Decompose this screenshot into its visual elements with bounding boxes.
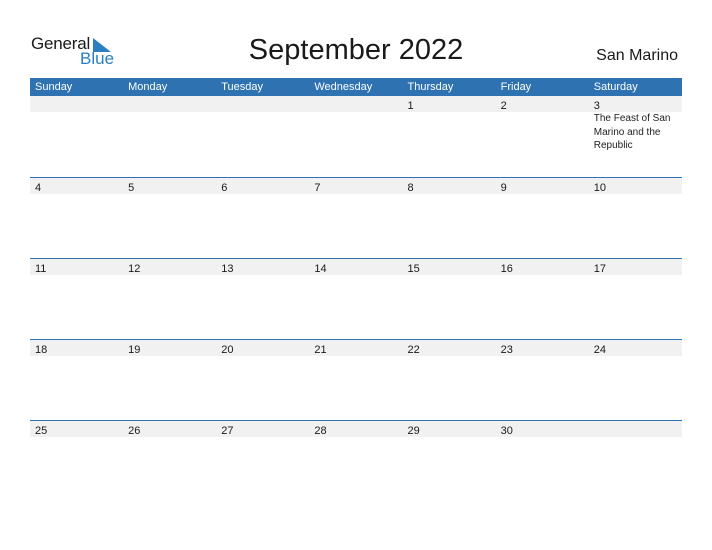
day-cell: 6 (216, 178, 309, 194)
country-label: San Marino (596, 47, 678, 64)
day-cell: 17 (589, 259, 682, 275)
calendar-week: 4 5 6 7 8 9 10 (30, 177, 682, 259)
day-number: 29 (407, 425, 420, 437)
day-number: 12 (128, 263, 141, 275)
day-number: 11 (35, 263, 47, 275)
day-cell: 18 (30, 340, 123, 356)
day-number: 13 (221, 263, 234, 275)
weekday-tuesday: Tuesday (221, 81, 264, 93)
day-number: 28 (314, 425, 327, 437)
day-cell: 12 (123, 259, 216, 275)
day-cell: 29 (403, 421, 496, 437)
weekday-friday: Friday (500, 81, 532, 93)
calendar-week: 11 12 13 14 15 16 17 (30, 258, 682, 340)
day-cell: 28 (309, 421, 402, 437)
day-number: 1 (407, 100, 414, 112)
calendar-week: 25 26 27 28 29 30 (30, 420, 682, 502)
day-number: 3 (593, 100, 600, 112)
calendar-grid: Sunday Monday Tuesday Wednesday Thursday… (30, 78, 682, 437)
day-cell: 9 (496, 178, 589, 194)
day-cell (589, 421, 682, 437)
holiday-event (496, 112, 589, 153)
calendar-week: 1 2 3 The Feast of San Marino and the Repub… (30, 96, 682, 177)
week-date-row: 1 2 3 (30, 96, 682, 112)
day-number: 14 (314, 263, 327, 275)
day-cell: 25 (30, 421, 123, 437)
day-number: 10 (593, 182, 606, 194)
week-date-row: 4 5 6 7 8 9 10 (30, 178, 682, 194)
day-number: 7 (314, 182, 321, 194)
day-number: 8 (407, 182, 414, 194)
day-number: 22 (407, 344, 420, 356)
day-number: 15 (407, 263, 420, 275)
day-number: 19 (128, 344, 141, 356)
holiday-event: The Feast of San Marino and the Republic (593, 113, 671, 151)
week-date-row: 25 26 27 28 29 30 (30, 421, 682, 437)
day-cell: 4 (30, 178, 123, 194)
week-date-row: 11 12 13 14 15 16 17 (30, 259, 682, 275)
day-cell: 19 (123, 340, 216, 356)
day-cell: 10 (589, 178, 682, 194)
weekday-thursday: Thursday (407, 81, 454, 93)
day-cell: 23 (496, 340, 589, 356)
day-cell: 15 (403, 259, 496, 275)
day-cell: 2 (496, 96, 589, 112)
day-cell (216, 96, 309, 112)
day-number: 30 (500, 425, 513, 437)
day-cell: 13 (216, 259, 309, 275)
day-cell: 20 (216, 340, 309, 356)
week-events-row: The Feast of San Marino and the Republic (30, 112, 682, 153)
day-number: 6 (221, 182, 228, 194)
day-number: 25 (35, 425, 48, 437)
weekday-wednesday: Wednesday (314, 81, 373, 93)
day-cell: 22 (403, 340, 496, 356)
holiday-event (309, 112, 402, 153)
weekday-header: Sunday Monday Tuesday Wednesday Thursday… (30, 78, 682, 96)
day-cell: 11 (30, 259, 123, 275)
holiday-event (123, 112, 216, 153)
day-cell: 27 (216, 421, 309, 437)
day-number: 16 (500, 263, 513, 275)
day-cell: 26 (123, 421, 216, 437)
day-cell: 16 (496, 259, 589, 275)
day-cell (30, 96, 123, 112)
day-cell (123, 96, 216, 112)
day-number: 21 (314, 344, 327, 356)
weekday-sunday: Sunday (35, 81, 73, 93)
day-number: 27 (221, 425, 234, 437)
day-cell: 3 (589, 96, 682, 112)
day-number: 24 (593, 344, 606, 356)
day-number: 23 (500, 344, 513, 356)
day-number: 18 (35, 344, 48, 356)
holiday-event (30, 112, 123, 153)
day-number: 26 (128, 425, 141, 437)
weekday-monday: Monday (128, 81, 168, 93)
day-cell: 7 (309, 178, 402, 194)
weekday-saturday: Saturday (593, 81, 638, 93)
day-cell: 30 (496, 421, 589, 437)
week-date-row: 18 19 20 21 22 23 24 (30, 340, 682, 356)
day-cell: 8 (403, 178, 496, 194)
day-cell: 21 (309, 340, 402, 356)
day-cell: 5 (123, 178, 216, 194)
day-number: 9 (500, 182, 507, 194)
day-number: 5 (128, 182, 135, 194)
day-cell: 24 (589, 340, 682, 356)
holiday-event (216, 112, 309, 153)
day-number: 2 (500, 100, 507, 112)
day-cell (309, 96, 402, 112)
calendar-week: 18 19 20 21 22 23 24 (30, 339, 682, 421)
day-number: 4 (35, 182, 42, 194)
day-number: 20 (221, 344, 234, 356)
day-cell: 1 (403, 96, 496, 112)
day-number: 17 (593, 263, 606, 275)
day-cell: 14 (309, 259, 402, 275)
holiday-event (403, 112, 496, 153)
